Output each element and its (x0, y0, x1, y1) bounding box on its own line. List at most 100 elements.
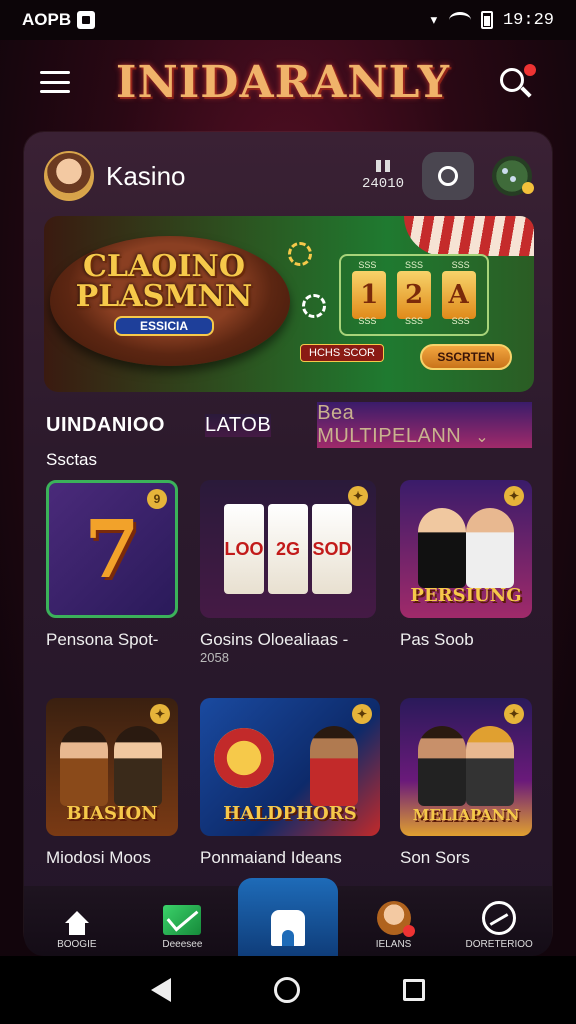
host-image (418, 726, 466, 806)
reel: LOO (224, 504, 264, 594)
game-card[interactable]: MELIAPANN ✦ Son Sors (400, 698, 536, 868)
promo-banner[interactable]: CLAOINO PLASMNN ESSICIA SSS SSS SSS 1 2 … (44, 216, 534, 392)
home-icon (63, 911, 91, 935)
signal-icon: ▾ (428, 11, 439, 31)
status-bar: AOPB ▾ 19:29 (0, 0, 576, 40)
game-thumbnail: BIASION ✦ (46, 698, 178, 836)
back-icon[interactable] (151, 978, 172, 1002)
game-subtitle: 2058 (200, 650, 229, 665)
nav-item-stats[interactable]: DORETERIOO (449, 892, 549, 956)
balance-value: 24010 (361, 176, 404, 192)
game-thumbnail: HALDPHORS ✦ (200, 698, 380, 836)
game-card[interactable]: 7 9 Pensona Spot- (46, 480, 182, 650)
battery-icon (480, 11, 493, 29)
nav-item-lobby[interactable] (237, 878, 338, 956)
chevron-down-icon: ⌄ (475, 429, 490, 446)
app-title: INIDARANLY (115, 56, 451, 108)
game-thumbnail: PERSIUNG ✦ (400, 480, 532, 618)
banner-title-line1: CLAOINO (83, 249, 245, 284)
banner-cta-button[interactable]: SSCRTEN (420, 344, 512, 370)
felt-label: SSS (451, 316, 470, 326)
felt-labels-bottom: SSS SSS SSS (344, 316, 484, 326)
nav-label: Deeesee (162, 939, 203, 950)
game-art-text: HALDPHORS (223, 803, 357, 824)
playing-card: 1 (352, 271, 387, 319)
carrier-label: AOPB (22, 10, 72, 29)
tab-latob[interactable]: LATOB (204, 413, 272, 437)
felt-label: SSS (404, 316, 423, 326)
game-thumbnail: MELIAPANN ✦ (400, 698, 532, 836)
banner-tag: HCHS SCOR (300, 344, 385, 362)
game-thumbnail: 7 9 (46, 480, 178, 618)
host-image (466, 726, 514, 806)
status-left: AOPB (22, 10, 96, 30)
game-art-text: MELIAPANN (412, 806, 520, 824)
favorite-badge-icon: ✦ (504, 704, 524, 724)
status-right: ▾ 19:29 (429, 10, 554, 31)
section-label: Ssctas (46, 450, 98, 469)
avatar[interactable] (44, 151, 94, 201)
slot-seven-icon: 7 (84, 502, 140, 596)
game-card[interactable]: BIASION ✦ Miodosi Moos (46, 698, 182, 868)
game-card[interactable]: PERSIUNG ✦ Pas Soob (400, 480, 536, 650)
nav-label: DORETERIOO (465, 939, 533, 950)
game-title: Miodosi Moos (46, 848, 151, 867)
game-card[interactable]: HALDPHORS ✦ Ponmaiand Ideans (200, 698, 384, 868)
nav-item-messages[interactable]: Deeesee (132, 892, 232, 956)
game-art-text: PERSIUNG (410, 585, 522, 606)
main-panel: Kasino 24010 CLAOINO PLASMNN ESSICIA SSS… (24, 132, 552, 952)
wifi-icon (448, 12, 471, 28)
nav-label: BOOGIE (57, 939, 97, 950)
notification-dot (523, 64, 536, 76)
slot-reels: LOO 2G SOD (224, 504, 352, 594)
chip-button[interactable] (492, 156, 534, 196)
user-name: Kasino (106, 160, 186, 191)
search-icon (438, 166, 458, 186)
host-image (310, 726, 358, 806)
mail-icon (163, 905, 202, 935)
home-circle-icon[interactable] (273, 977, 300, 1003)
home-active-icon (270, 910, 305, 946)
game-title: Pas Soob (400, 630, 474, 649)
recent-apps-icon[interactable] (402, 979, 425, 1001)
balance-stat: 24010 (362, 160, 404, 192)
search-icon[interactable] (496, 62, 536, 102)
nav-item-home[interactable]: BOOGIE (27, 892, 127, 956)
reel: SOD (312, 504, 352, 594)
banner-title: CLAOINO PLASMNN (64, 252, 264, 312)
app-header: INIDARANLY (0, 40, 576, 124)
game-title: Ponmaiand Ideans (200, 848, 342, 867)
favorite-badge-icon: ✦ (504, 486, 524, 506)
host-image (114, 726, 162, 806)
banner-title-line2: PLASMNN (75, 279, 253, 314)
tab-uindaniioo[interactable]: UINDANIOO (46, 414, 165, 437)
gauge-icon (482, 901, 517, 935)
notification-icon (77, 11, 96, 29)
bottom-nav: BOOGIE Deeesee IELANS DORETERIOO (24, 878, 552, 956)
favorite-badge-icon: ✦ (352, 704, 372, 724)
user-row: Kasino 24010 (44, 148, 534, 204)
game-thumbnail: LOO 2G SOD ✦ (200, 480, 376, 618)
profile-icon (376, 901, 415, 937)
game-card[interactable]: LOO 2G SOD ✦ Gosins Oloealiaas - 2058 (200, 480, 380, 665)
game-art-text: BIASION (66, 803, 158, 824)
wheel-icon (214, 728, 274, 788)
pause-icon (362, 160, 404, 172)
host-image (418, 508, 466, 588)
system-nav-bar (0, 956, 576, 1024)
tab-multipelann[interactable]: Bea MULTIPELANN ⌄ (317, 402, 532, 448)
chip-icon (288, 242, 312, 266)
hamburger-icon[interactable] (40, 71, 70, 93)
favorite-badge-icon: ✦ (150, 704, 170, 724)
host-image (466, 508, 514, 588)
category-tabs: UINDANIOO LATOB Bea MULTIPELANN ⌄ (46, 402, 532, 448)
nav-label: IELANS (375, 939, 412, 950)
banner-subtitle: ESSICIA (114, 316, 214, 336)
search-button[interactable] (422, 152, 474, 200)
favorite-badge-icon: 9 (147, 489, 167, 509)
reel: 2G (268, 504, 308, 594)
tab-multipelann-label: Bea MULTIPELANN (317, 402, 462, 447)
game-title: Pensona Spot- (46, 630, 159, 649)
favorite-badge-icon: ✦ (348, 486, 368, 506)
nav-item-profile[interactable]: IELANS (344, 892, 444, 956)
